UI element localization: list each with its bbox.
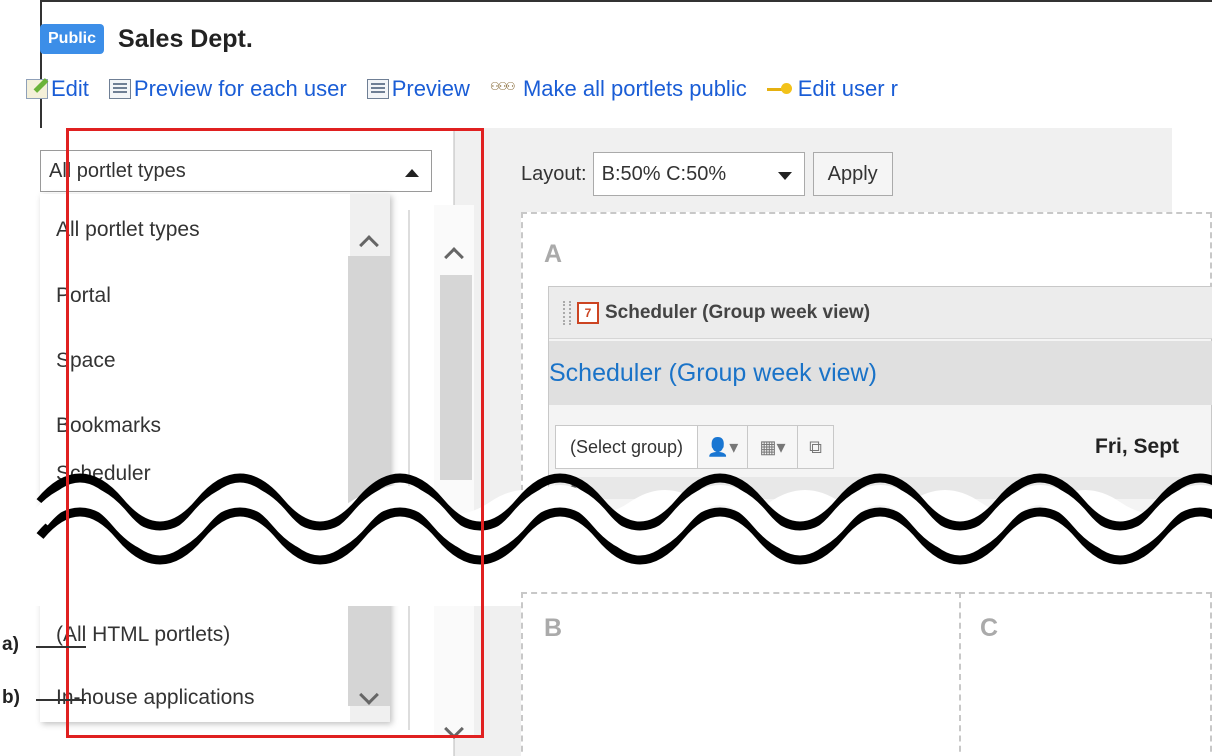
portlet-hscroll[interactable] [555, 477, 1212, 499]
popup-icon[interactable]: ⧉ [798, 425, 835, 469]
area-b-label: B [544, 614, 563, 642]
drag-handle-icon[interactable] [563, 300, 571, 325]
callout-b: b) [2, 687, 20, 708]
edit-label: Edit [51, 76, 89, 101]
users-icon [490, 79, 520, 99]
option-favorite[interactable]: Favorite [56, 496, 132, 520]
make-public-label: Make all portlets public [522, 76, 747, 101]
public-badge: Public [40, 24, 105, 54]
action-toolbar: Edit Preview for each user Preview Make … [26, 76, 918, 102]
option-portal[interactable]: Portal [56, 284, 111, 308]
portlet-header[interactable]: 7 Scheduler (Group week view) [549, 287, 1212, 339]
option-in-house-applications[interactable]: In-house applications [56, 686, 254, 710]
layout-label: Layout: [521, 162, 587, 185]
option-bookmarks[interactable]: Bookmarks [56, 414, 161, 438]
option-scheduler[interactable]: Scheduler [56, 462, 151, 486]
portlet-type-selected: All portlet types [49, 159, 186, 182]
layout-select[interactable]: B:50% C:50% [592, 152, 805, 196]
layout-controls: Layout: B:50% C:50% Apply [521, 152, 893, 196]
facility-icon[interactable]: ▦▾ [748, 425, 799, 469]
edit-icon [26, 79, 48, 99]
option-notifications[interactable]: Notifications [56, 560, 170, 584]
edit-user-rights-label: Edit user r [797, 76, 898, 101]
preview-each-user-link[interactable]: Preview for each user [108, 76, 347, 102]
callout-a-line [36, 646, 86, 648]
preview-link[interactable]: Preview [366, 76, 470, 102]
chevron-up-icon [405, 169, 419, 177]
make-public-link[interactable]: Make all portlets public [490, 76, 747, 102]
callout-a: a) [2, 634, 19, 655]
portlet-list-edge [392, 210, 410, 730]
portlet-toolbar: (Select group) 👤▾ ▦▾ ⧉ Fri, Sept [555, 425, 1179, 469]
apply-button[interactable]: Apply [812, 152, 893, 196]
edit-link[interactable]: Edit [26, 76, 89, 102]
portlet-title-link[interactable]: Scheduler (Group week view) [549, 341, 1212, 405]
user-icon[interactable]: 👤▾ [698, 425, 749, 469]
option-space[interactable]: Space [56, 349, 116, 373]
dropdown-scroll-thumb[interactable] [348, 256, 390, 706]
date-display: Fri, Sept [1095, 435, 1180, 458]
layout-selected: B:50% C:50% [601, 162, 727, 185]
scroll-left-icon[interactable] [570, 478, 587, 495]
edit-user-rights-link[interactable]: Edit user r [766, 76, 898, 102]
chevron-down-icon [777, 172, 792, 180]
preview-icon [366, 79, 389, 99]
area-a-label: A [544, 240, 563, 268]
portlet-list-scroll-thumb[interactable] [440, 275, 472, 480]
group-select[interactable]: (Select group) [555, 425, 699, 469]
preview-label: Preview [391, 76, 470, 101]
portlet-header-title: Scheduler (Group week view) [605, 301, 871, 323]
key-icon [766, 79, 795, 99]
calendar-icon: 7 [577, 301, 599, 324]
portlet-type-select[interactable]: All portlet types [40, 150, 432, 192]
preview-user-icon [108, 79, 131, 99]
scheduler-portlet[interactable]: 7 Scheduler (Group week view) Scheduler … [548, 286, 1212, 516]
area-b [521, 592, 961, 756]
option-all-html-portlets[interactable]: (All HTML portlets) [56, 623, 230, 647]
portlet-type-dropdown: All portlet types Portal Space Bookmarks… [40, 194, 390, 722]
option-all-portlet-types[interactable]: All portlet types [56, 218, 200, 242]
page-header: Public Sales Dept. [40, 24, 253, 54]
page-title: Sales Dept. [118, 24, 253, 53]
callout-b-line [36, 699, 86, 701]
preview-each-user-label: Preview for each user [133, 76, 347, 101]
area-c-label: C [980, 614, 999, 642]
